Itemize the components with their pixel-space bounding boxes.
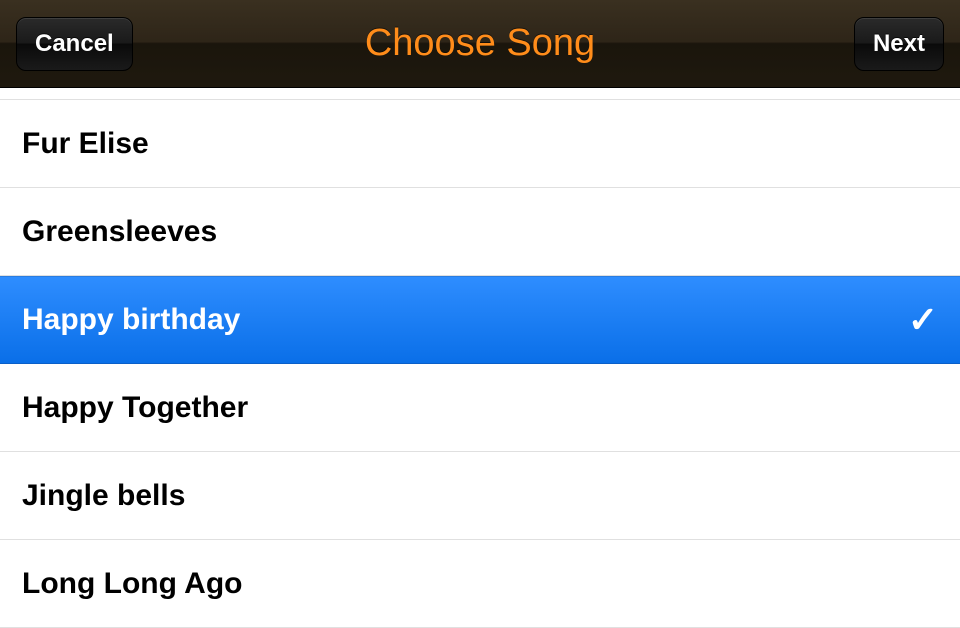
song-label: Happy birthday — [22, 303, 240, 337]
song-label: Happy Together — [22, 391, 248, 425]
song-item[interactable]: Long Long Ago — [0, 540, 960, 628]
song-item[interactable]: Greensleeves — [0, 188, 960, 276]
checkmark-icon: ✓ — [908, 299, 938, 341]
song-label: Fur Elise — [22, 127, 149, 161]
song-item[interactable]: Happy birthday ✓ — [0, 276, 960, 364]
cancel-button[interactable]: Cancel — [16, 17, 133, 71]
next-button[interactable]: Next — [854, 17, 944, 71]
song-item[interactable]: Fur Elise — [0, 100, 960, 188]
song-item[interactable]: Jingle bells — [0, 452, 960, 540]
song-label: Jingle bells — [22, 479, 185, 513]
song-item[interactable]: Happy Together — [0, 364, 960, 452]
navbar: Cancel Choose Song Next — [0, 0, 960, 88]
list-spacer — [0, 88, 960, 100]
page-title: Choose Song — [365, 22, 595, 65]
song-list: Fur EliseGreensleevesHappy birthday✓Happ… — [0, 88, 960, 628]
song-label: Greensleeves — [22, 215, 217, 249]
song-label: Long Long Ago — [22, 567, 242, 601]
